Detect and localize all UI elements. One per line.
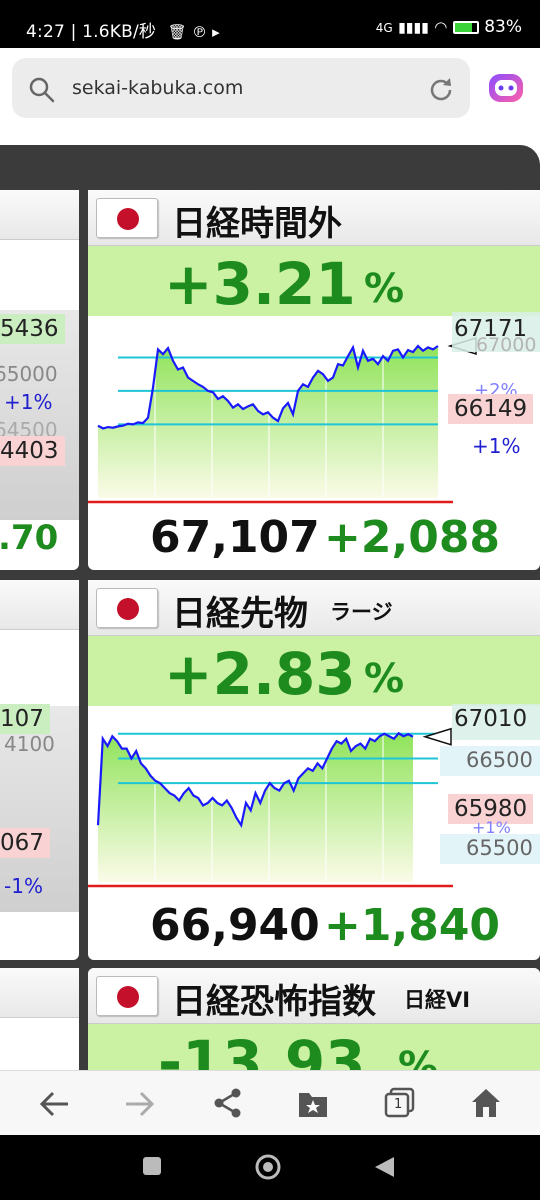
back-arrow-icon[interactable] [38,1089,70,1119]
percent-sign: % [364,266,405,312]
status-speed: 1.6KB/秒 [82,22,157,42]
system-nav-bar [0,1135,540,1200]
left-low-tag: 067 [0,828,50,858]
tabs-count: 1 [394,1097,403,1112]
left-pct-label: +1% [4,390,53,414]
notification-icons: 🗑 ℗ ▸ [167,23,220,41]
network-label: 4G [375,21,393,35]
browser-bottom-nav: 1 [0,1070,540,1135]
url-text[interactable]: sekai-kabuka.com [72,77,243,99]
card-title: 日経恐怖指数 [172,982,376,1022]
left-market-card-2[interactable]: 107 4100 067 -1% [0,580,79,960]
card-header [0,580,79,630]
battery-icon [452,21,479,34]
home-button[interactable] [254,1153,282,1181]
status-right: 4G ▮▮▮▮ ◠ 83% [376,17,522,37]
japan-flag-icon [96,198,158,238]
percent-value: +2.83 [164,640,356,708]
battery-level: 83% [484,17,522,37]
left-pct-label: -1% [4,874,43,898]
card-header [0,968,79,1018]
assistant-icon[interactable] [486,68,526,108]
share-icon[interactable] [212,1087,244,1119]
price-change: +1,840 [324,900,501,951]
left-price-tag: 5436 [0,314,65,344]
percent-sign: % [364,656,405,702]
current-price: 67,107 [150,512,320,563]
chart-area [98,733,413,882]
status-left: 4:27 | 1.6KB/秒 🗑 ℗ ▸ [26,22,220,42]
current-price-label: 67171 [454,316,528,342]
left-change: .70 [0,518,59,558]
market-card-nikkei-after-hours[interactable]: 日経時間外 +3.21 % 67,107 +2,088 [88,190,540,570]
left-low-tag: 4403 [0,436,65,466]
signal-icon: ▮▮▮▮ [398,20,429,36]
percent-banner: +3.21 % [88,246,540,318]
status-bar: 4:27 | 1.6KB/秒 🗑 ℗ ▸ 4G ▮▮▮▮ ◠ 83% [0,0,540,48]
plus-pct-label: +1% [472,434,521,458]
card-subtitle: 日経VI [404,988,471,1012]
low-level-label: 65500 [466,836,533,860]
left-level-label: 65000 [0,362,58,386]
mid-level-label: 66149 [448,394,534,424]
search-icon [29,77,55,103]
card-title: 日経先物 [172,594,308,634]
japan-flag-icon [96,976,158,1016]
left-level-label: 4100 [4,732,55,756]
percent-value: +3.21 [164,250,356,318]
card-title: 日経時間外 [172,204,342,244]
status-time: 4:27 [26,22,65,42]
recents-button[interactable] [143,1157,161,1175]
market-card-nikkei-vi[interactable]: 日経恐怖指数 日経VI -13.93 % [88,968,540,1078]
bookmarks-icon[interactable] [297,1089,329,1119]
left-price-tag: 107 [0,704,50,734]
percent-banner: +2.83 % [88,636,540,708]
price-change: +2,088 [324,512,501,563]
left-market-card-1[interactable]: 5436 65000 +1% 64500 4403 .70 [0,190,79,570]
japan-flag-icon [96,588,158,628]
forward-arrow-icon[interactable] [124,1089,156,1119]
current-price: 66,940 [150,900,320,951]
reload-icon[interactable] [426,75,456,105]
card-subtitle: ラージ [330,600,393,624]
wifi-icon: ◠ [434,18,448,36]
current-price-label: 67010 [454,706,528,732]
chart-area [98,346,438,498]
back-button[interactable] [372,1155,396,1179]
left-market-card-3[interactable] [0,968,79,1078]
home-icon[interactable] [470,1087,502,1119]
card-header [0,190,79,240]
high-level-label: 66500 [466,748,533,772]
